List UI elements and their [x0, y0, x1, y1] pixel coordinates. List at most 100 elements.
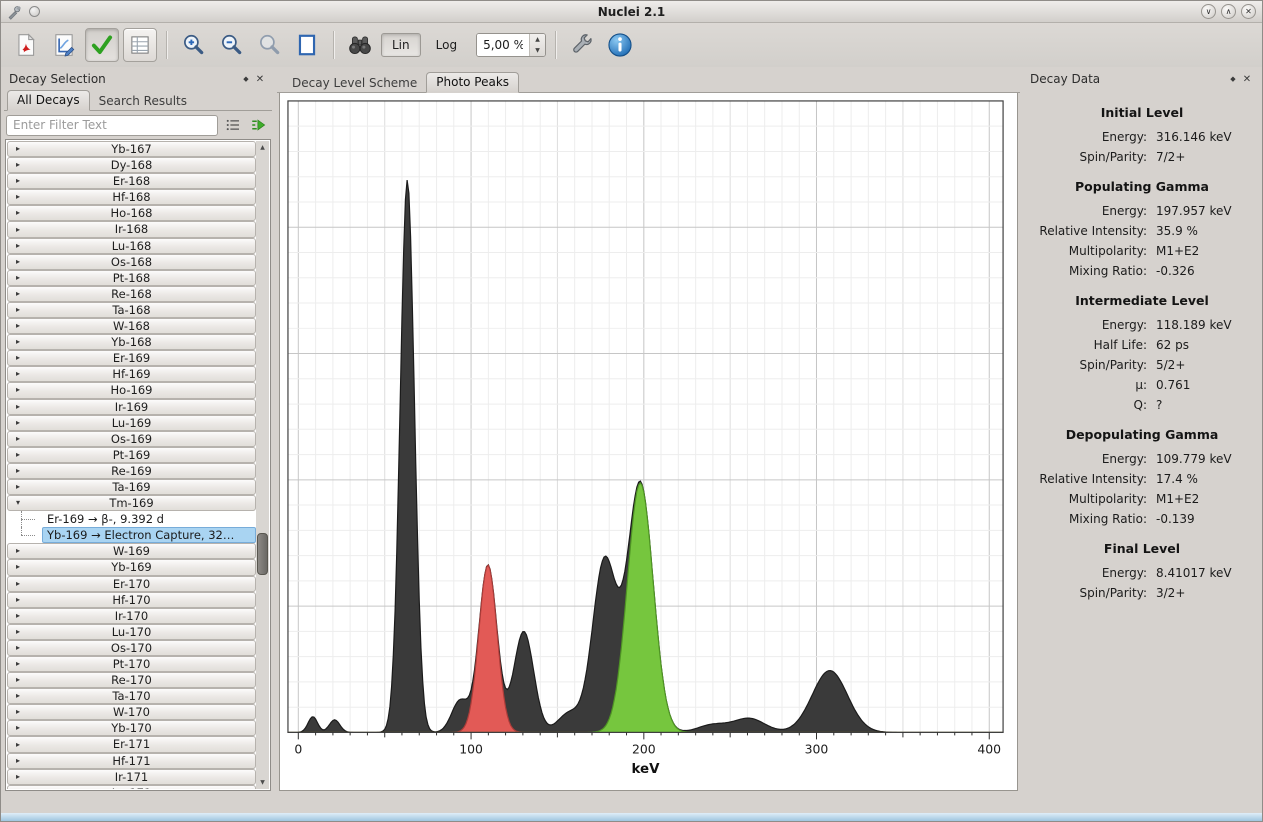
- about-button[interactable]: [603, 28, 637, 62]
- tree-item[interactable]: ▸ Pt-169: [7, 446, 256, 463]
- collapsed-arrow-icon[interactable]: ▸: [16, 386, 20, 394]
- tree-item[interactable]: ▸ Yb-168: [7, 334, 256, 351]
- tab-all-decays[interactable]: All Decays: [7, 90, 90, 111]
- collapsed-arrow-icon[interactable]: ▸: [16, 305, 20, 314]
- spin-down-button[interactable]: ▼: [530, 45, 545, 56]
- tree-item[interactable]: ▸ Pt-170: [7, 656, 256, 673]
- tree-item[interactable]: ▸ Yb-169: [7, 559, 256, 576]
- tree-item[interactable]: ▸ Os-169: [7, 430, 256, 447]
- tree-item[interactable]: ▸ Ir-170: [7, 607, 256, 624]
- go-to-selected-button[interactable]: [247, 114, 270, 137]
- collapsed-arrow-icon[interactable]: ▸: [16, 724, 20, 732]
- zoom-in-button[interactable]: [176, 28, 210, 62]
- scrollbar-thumb[interactable]: [257, 533, 268, 576]
- tree-scrollbar[interactable]: ▲ ▼: [256, 141, 269, 789]
- photo-peaks-chart[interactable]: 0 100 200 300 400 keV: [279, 93, 1018, 791]
- zoom-out-button[interactable]: [214, 28, 248, 62]
- spectrum-plot[interactable]: 0 100 200 300 400 keV: [280, 93, 1017, 790]
- tree-item[interactable]: ▸ Ta-169: [7, 478, 256, 496]
- collapsed-arrow-icon[interactable]: ▸: [16, 241, 20, 250]
- collapsed-arrow-icon[interactable]: ▸: [16, 643, 20, 652]
- zoom-fit-button[interactable]: [290, 28, 324, 62]
- collapsed-arrow-icon[interactable]: ▸: [16, 563, 20, 571]
- expanded-arrow-icon[interactable]: ▾: [16, 499, 20, 507]
- collapsed-arrow-icon[interactable]: ▸: [16, 225, 20, 234]
- collapsed-arrow-icon[interactable]: ▸: [16, 450, 20, 459]
- tree-item[interactable]: ▸ Hf-169: [7, 366, 256, 383]
- tree-item[interactable]: ▸ Er-168: [7, 173, 256, 190]
- collapsed-arrow-icon[interactable]: ▸: [16, 708, 20, 716]
- minimize-button[interactable]: ∨: [1201, 4, 1216, 19]
- collapsed-arrow-icon[interactable]: ▸: [16, 161, 20, 169]
- tree-item[interactable]: ▸ Os-168: [7, 253, 256, 270]
- tree-item[interactable]: ▸ W-168: [7, 318, 256, 335]
- level-scheme-plot-button[interactable]: [47, 28, 81, 62]
- collapsed-arrow-icon[interactable]: ▸: [16, 483, 20, 491]
- collapsed-arrow-icon[interactable]: ▸: [16, 547, 20, 555]
- tree-item[interactable]: ▸ Ir-169: [7, 398, 256, 415]
- tree-item[interactable]: ▸ Re-170: [7, 672, 256, 689]
- decay-item[interactable]: Er-169 → β-, 9.392 d: [7, 511, 256, 528]
- tree-item[interactable]: ▸ Lu-169: [7, 414, 256, 431]
- tree-item[interactable]: ▸ Re-169: [7, 462, 256, 479]
- tree-item[interactable]: ▸ Ho-169: [7, 382, 256, 399]
- tree-item[interactable]: ▸ Yb-167: [7, 141, 256, 158]
- tab-search-results[interactable]: Search Results: [90, 92, 196, 111]
- collapsed-arrow-icon[interactable]: ▸: [16, 338, 20, 346]
- list-options-button[interactable]: [221, 114, 244, 137]
- float-dock-button[interactable]: ◆: [239, 72, 253, 86]
- collapsed-arrow-icon[interactable]: ▸: [16, 418, 20, 427]
- collapsed-arrow-icon[interactable]: ▸: [16, 402, 20, 411]
- collapsed-arrow-icon[interactable]: ▸: [16, 370, 20, 378]
- tree-item[interactable]: ▾ Tm-169: [7, 495, 256, 512]
- collapsed-arrow-icon[interactable]: ▸: [16, 579, 20, 588]
- find-button[interactable]: [343, 28, 377, 62]
- resolution-spinbox[interactable]: ▲ ▼: [476, 33, 547, 57]
- collapsed-arrow-icon[interactable]: ▸: [16, 772, 20, 781]
- tree-item[interactable]: ▸ Ir-168: [7, 221, 256, 238]
- tree-item[interactable]: ▸ Er-170: [7, 575, 256, 592]
- collapsed-arrow-icon[interactable]: ▸: [16, 756, 20, 765]
- spin-up-button[interactable]: ▲: [530, 34, 545, 45]
- close-dock-button[interactable]: ✕: [253, 72, 267, 86]
- tree-item[interactable]: ▸Lu-171: [7, 784, 256, 789]
- scroll-up-button[interactable]: ▲: [256, 141, 269, 154]
- zoom-original-button[interactable]: [252, 28, 286, 62]
- collapsed-arrow-icon[interactable]: ▸: [16, 466, 20, 475]
- decay-selection-header[interactable]: Decay Selection ◆ ✕: [4, 69, 272, 89]
- tab-photo-peaks[interactable]: Photo Peaks: [426, 72, 520, 93]
- close-button[interactable]: ✕: [1241, 4, 1256, 19]
- tree-item[interactable]: ▸ Er-171: [7, 736, 256, 753]
- table-view-toggle[interactable]: [123, 28, 157, 62]
- filter-input[interactable]: [6, 114, 218, 136]
- linear-scale-toggle[interactable]: Lin: [381, 33, 421, 57]
- tree-item[interactable]: ▸ Pt-168: [7, 269, 256, 286]
- tree-item[interactable]: ▸ Hf-170: [7, 591, 256, 608]
- tree-item[interactable]: ▸ Er-169: [7, 350, 256, 367]
- tree-item[interactable]: ▸ Ir-171: [7, 768, 256, 785]
- tree-item[interactable]: ▸ Re-168: [7, 285, 256, 302]
- collapsed-arrow-icon[interactable]: ▸: [16, 611, 20, 620]
- tree-item[interactable]: ▸ Lu-168: [7, 237, 256, 254]
- preferences-button[interactable]: [565, 28, 599, 62]
- tree-item[interactable]: ▸ Yb-170: [7, 720, 256, 737]
- tree-item[interactable]: ▸ Ho-168: [7, 205, 256, 222]
- show-selected-peaks-toggle[interactable]: [85, 28, 119, 62]
- tree-item[interactable]: ▸ Dy-168: [7, 157, 256, 174]
- tree-item[interactable]: ▸ Lu-170: [7, 623, 256, 640]
- tree-item[interactable]: ▸ Os-170: [7, 639, 256, 656]
- tab-decay-level-scheme[interactable]: Decay Level Scheme: [283, 74, 426, 93]
- tree-item[interactable]: ▸ W-170: [7, 704, 256, 721]
- tree-item[interactable]: ▸ W-169: [7, 543, 256, 560]
- scroll-down-button[interactable]: ▼: [256, 776, 269, 789]
- export-pdf-button[interactable]: [9, 28, 43, 62]
- collapsed-arrow-icon[interactable]: ▸: [16, 193, 20, 201]
- tree-item[interactable]: ▸ Ta-170: [7, 688, 256, 705]
- title-bar[interactable]: Nuclei 2.1 ∨ ∧ ✕: [1, 1, 1262, 23]
- log-scale-toggle[interactable]: Log: [425, 33, 468, 57]
- collapsed-arrow-icon[interactable]: ▸: [16, 740, 20, 749]
- collapsed-arrow-icon[interactable]: ▸: [16, 322, 20, 330]
- collapsed-arrow-icon[interactable]: ▸: [16, 177, 20, 185]
- collapsed-arrow-icon[interactable]: ▸: [16, 692, 20, 700]
- window-pin-icon[interactable]: [29, 6, 40, 17]
